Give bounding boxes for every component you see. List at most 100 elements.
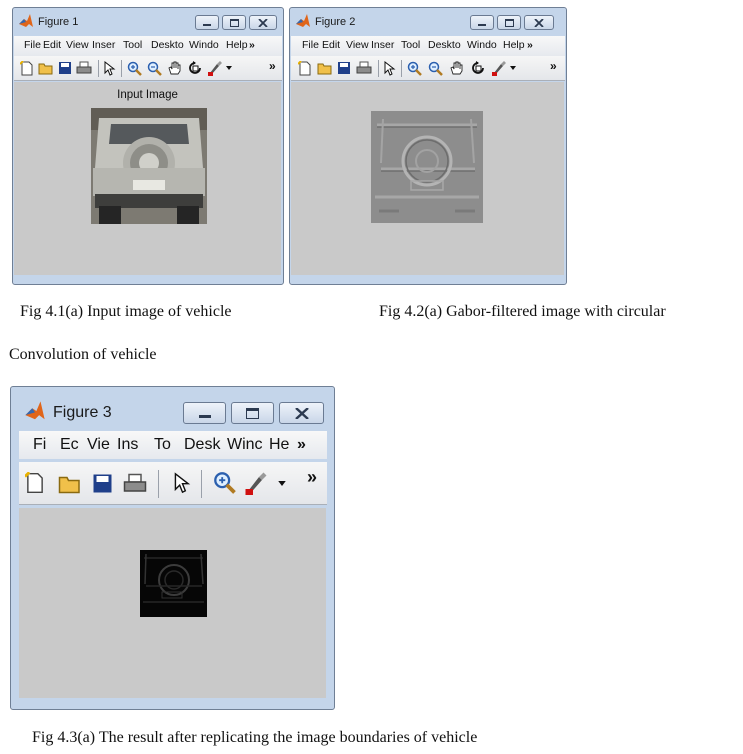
input-image — [91, 108, 207, 224]
pointer-icon[interactable] — [174, 472, 191, 494]
new-figure-icon[interactable] — [20, 61, 34, 76]
zoom-in-icon[interactable] — [213, 471, 236, 494]
data-cursor-brush-icon[interactable] — [491, 60, 509, 76]
figure1-window: Figure 1 File Edit View Inser Tool Deskto Wind… — [12, 7, 284, 285]
menu-insert[interactable]: Inser — [371, 39, 401, 51]
matlab-logo-icon — [24, 400, 46, 422]
matlab-logo-icon — [18, 13, 34, 29]
figure3-titlebar[interactable]: Figure 3 — [11, 387, 334, 427]
menu-desktop[interactable]: Deskto — [428, 39, 467, 51]
menu-view[interactable]: Vie — [87, 436, 117, 454]
axes-title: Input Image — [117, 89, 178, 101]
fig43-caption: Fig 4.3(a) The result after replicating … — [32, 729, 478, 746]
menu-view[interactable]: View — [346, 39, 371, 51]
gabor-filtered-image — [371, 111, 483, 223]
minimize-icon — [478, 24, 486, 26]
figure2-menubar: File Edit View Inser Tool Deskto Windo Help» — [291, 36, 565, 56]
toolbar-overflow[interactable]: » — [550, 59, 557, 73]
save-icon[interactable] — [92, 473, 113, 494]
menu-file[interactable]: Fi — [33, 436, 60, 454]
print-icon[interactable] — [123, 473, 147, 494]
print-icon[interactable] — [76, 61, 92, 75]
menu-window[interactable]: Windo — [189, 39, 226, 51]
minimize-button[interactable] — [183, 402, 226, 424]
figure1-titlebar[interactable]: Figure 1 — [13, 8, 283, 36]
menu-overflow[interactable]: » — [527, 39, 537, 51]
fig42-caption: Fig 4.2(a) Gabor-filtered image with cir… — [379, 303, 666, 320]
minimize-icon — [198, 415, 211, 418]
toolbar-separator — [401, 60, 402, 77]
zoom-out-icon[interactable] — [428, 61, 443, 76]
menu-window[interactable]: Windo — [467, 39, 503, 51]
figure2-toolbar: » — [291, 56, 565, 81]
data-cursor-brush-icon[interactable] — [244, 471, 271, 495]
zoom-in-icon[interactable] — [407, 61, 422, 76]
save-icon[interactable] — [58, 61, 72, 75]
new-figure-icon[interactable] — [298, 61, 312, 76]
rotate-3d-icon[interactable] — [187, 60, 203, 76]
menu-help[interactable]: He — [269, 436, 297, 454]
menu-view[interactable]: View — [66, 39, 92, 51]
rotate-3d-icon[interactable] — [470, 60, 486, 76]
data-cursor-brush-icon[interactable] — [207, 60, 225, 76]
menu-tools[interactable]: Tool — [401, 39, 428, 51]
menu-insert[interactable]: Ins — [117, 436, 154, 454]
menu-edit[interactable]: Edit — [43, 39, 66, 51]
figure1-axes-area: Input Image — [14, 82, 281, 275]
boundary-replicated-image — [140, 550, 207, 617]
figure2-titlebar[interactable]: Figure 2 — [290, 8, 566, 36]
menu-insert[interactable]: Inser — [92, 39, 123, 51]
figure1-title: Figure 1 — [38, 16, 79, 28]
menu-tools[interactable]: Tool — [123, 39, 151, 51]
zoom-in-icon[interactable] — [127, 61, 142, 76]
menu-file[interactable]: File — [302, 39, 322, 51]
toolbar-separator — [121, 60, 122, 77]
menu-edit[interactable]: Ec — [60, 436, 87, 454]
figure3-title: Figure 3 — [53, 404, 112, 421]
figure3-toolbar: » — [19, 462, 327, 505]
pan-hand-icon[interactable] — [449, 60, 465, 76]
minimize-icon — [203, 24, 211, 26]
open-folder-icon[interactable] — [317, 61, 333, 75]
menu-desktop[interactable]: Desk — [184, 436, 227, 454]
pointer-icon[interactable] — [384, 61, 396, 76]
menu-tools[interactable]: To — [154, 436, 184, 454]
close-icon — [294, 407, 309, 419]
open-folder-icon[interactable] — [38, 61, 54, 75]
toolbar-separator — [201, 470, 202, 498]
maximize-button[interactable] — [497, 15, 521, 30]
close-icon — [258, 18, 268, 27]
fig41-caption: Fig 4.1(a) Input image of vehicle — [20, 303, 232, 320]
close-icon — [534, 18, 544, 27]
toolbar-overflow[interactable]: » — [307, 467, 317, 488]
close-button[interactable] — [524, 15, 554, 30]
pointer-icon[interactable] — [104, 61, 116, 76]
menu-desktop[interactable]: Deskto — [151, 39, 189, 51]
minimize-button[interactable] — [195, 15, 219, 30]
figure2-window: Figure 2 File Edit View Inser Tool Deskto Wind… — [289, 7, 567, 285]
menu-help[interactable]: Help — [503, 39, 527, 51]
menu-file[interactable]: File — [24, 39, 43, 51]
dropdown-arrow-icon[interactable] — [510, 66, 516, 70]
toolbar-overflow[interactable]: » — [269, 59, 276, 73]
open-folder-icon[interactable] — [58, 473, 82, 494]
dropdown-arrow-icon[interactable] — [278, 481, 286, 486]
toolbar-separator — [378, 60, 379, 77]
menu-edit[interactable]: Edit — [322, 39, 346, 51]
print-icon[interactable] — [356, 61, 372, 75]
maximize-button[interactable] — [231, 402, 274, 424]
menu-overflow[interactable]: » — [297, 436, 311, 454]
pan-hand-icon[interactable] — [167, 60, 183, 76]
menu-help[interactable]: Help — [226, 39, 249, 51]
save-icon[interactable] — [337, 61, 351, 75]
zoom-out-icon[interactable] — [147, 61, 162, 76]
close-button[interactable] — [249, 15, 277, 30]
maximize-icon — [229, 18, 239, 27]
menu-window[interactable]: Winc — [227, 436, 269, 454]
new-figure-icon[interactable] — [25, 472, 45, 494]
dropdown-arrow-icon[interactable] — [226, 66, 232, 70]
menu-overflow[interactable]: » — [249, 39, 259, 51]
minimize-button[interactable] — [470, 15, 494, 30]
maximize-button[interactable] — [222, 15, 246, 30]
close-button[interactable] — [279, 402, 324, 424]
